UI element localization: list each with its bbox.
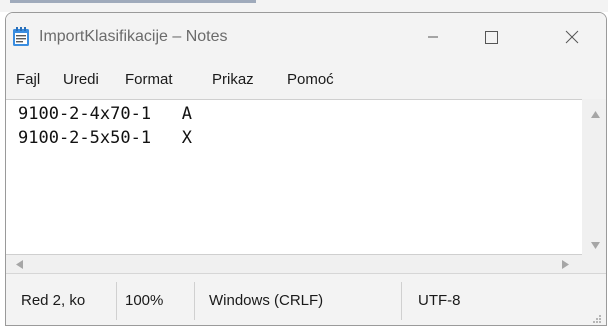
menu-edit[interactable]: Uredi xyxy=(63,61,99,99)
status-divider xyxy=(401,282,402,320)
editor-line-1: 9100-2-4x70-1 A xyxy=(18,104,192,124)
horizontal-scrollbar[interactable] xyxy=(6,255,582,273)
background-window-strip xyxy=(0,0,608,12)
status-encoding: UTF-8 xyxy=(418,292,461,309)
menu-view[interactable]: Prikaz xyxy=(212,61,254,99)
scroll-left-arrow-icon[interactable] xyxy=(16,260,23,269)
editor-line-2: 9100-2-5x50-1 X xyxy=(18,128,192,148)
status-divider xyxy=(116,282,117,320)
text-editor[interactable]: 9100-2-4x70-1 A 9100-2-5x50-1 X xyxy=(6,99,582,255)
title-bar[interactable]: ImportKlasifikacije – Notes xyxy=(6,13,606,61)
background-window-edge xyxy=(10,0,256,3)
menu-format[interactable]: Format xyxy=(125,61,173,99)
scroll-down-arrow-icon[interactable] xyxy=(591,242,600,249)
maximize-button[interactable] xyxy=(462,13,520,61)
resize-grip-icon[interactable] xyxy=(592,314,602,324)
menu-bar: Fajl Uredi Format Prikaz Pomoć xyxy=(6,61,606,99)
minimize-icon xyxy=(428,36,438,38)
scroll-up-arrow-icon[interactable] xyxy=(591,111,600,118)
status-bar: Red 2, ko 100% Windows (CRLF) UTF-8 xyxy=(6,273,606,325)
status-position: Red 2, ko xyxy=(21,292,86,309)
status-divider xyxy=(194,282,195,320)
notepad-window: ImportKlasifikacije – Notes Fajl Uredi F… xyxy=(5,12,607,326)
scrollbar-corner xyxy=(582,255,606,273)
status-line-ending: Windows (CRLF) xyxy=(209,292,324,309)
menu-file[interactable]: Fajl xyxy=(16,61,40,99)
vertical-scrollbar[interactable] xyxy=(582,99,606,270)
menu-help[interactable]: Pomoć xyxy=(287,61,334,99)
notepad-app-icon xyxy=(13,27,29,46)
window-title: ImportKlasifikacije – Notes xyxy=(39,28,228,45)
close-button[interactable] xyxy=(543,13,601,61)
status-zoom: 100% xyxy=(125,292,164,309)
minimize-button[interactable] xyxy=(404,13,462,61)
close-icon xyxy=(565,30,579,44)
scroll-right-arrow-icon[interactable] xyxy=(562,260,569,269)
maximize-icon xyxy=(484,30,498,44)
